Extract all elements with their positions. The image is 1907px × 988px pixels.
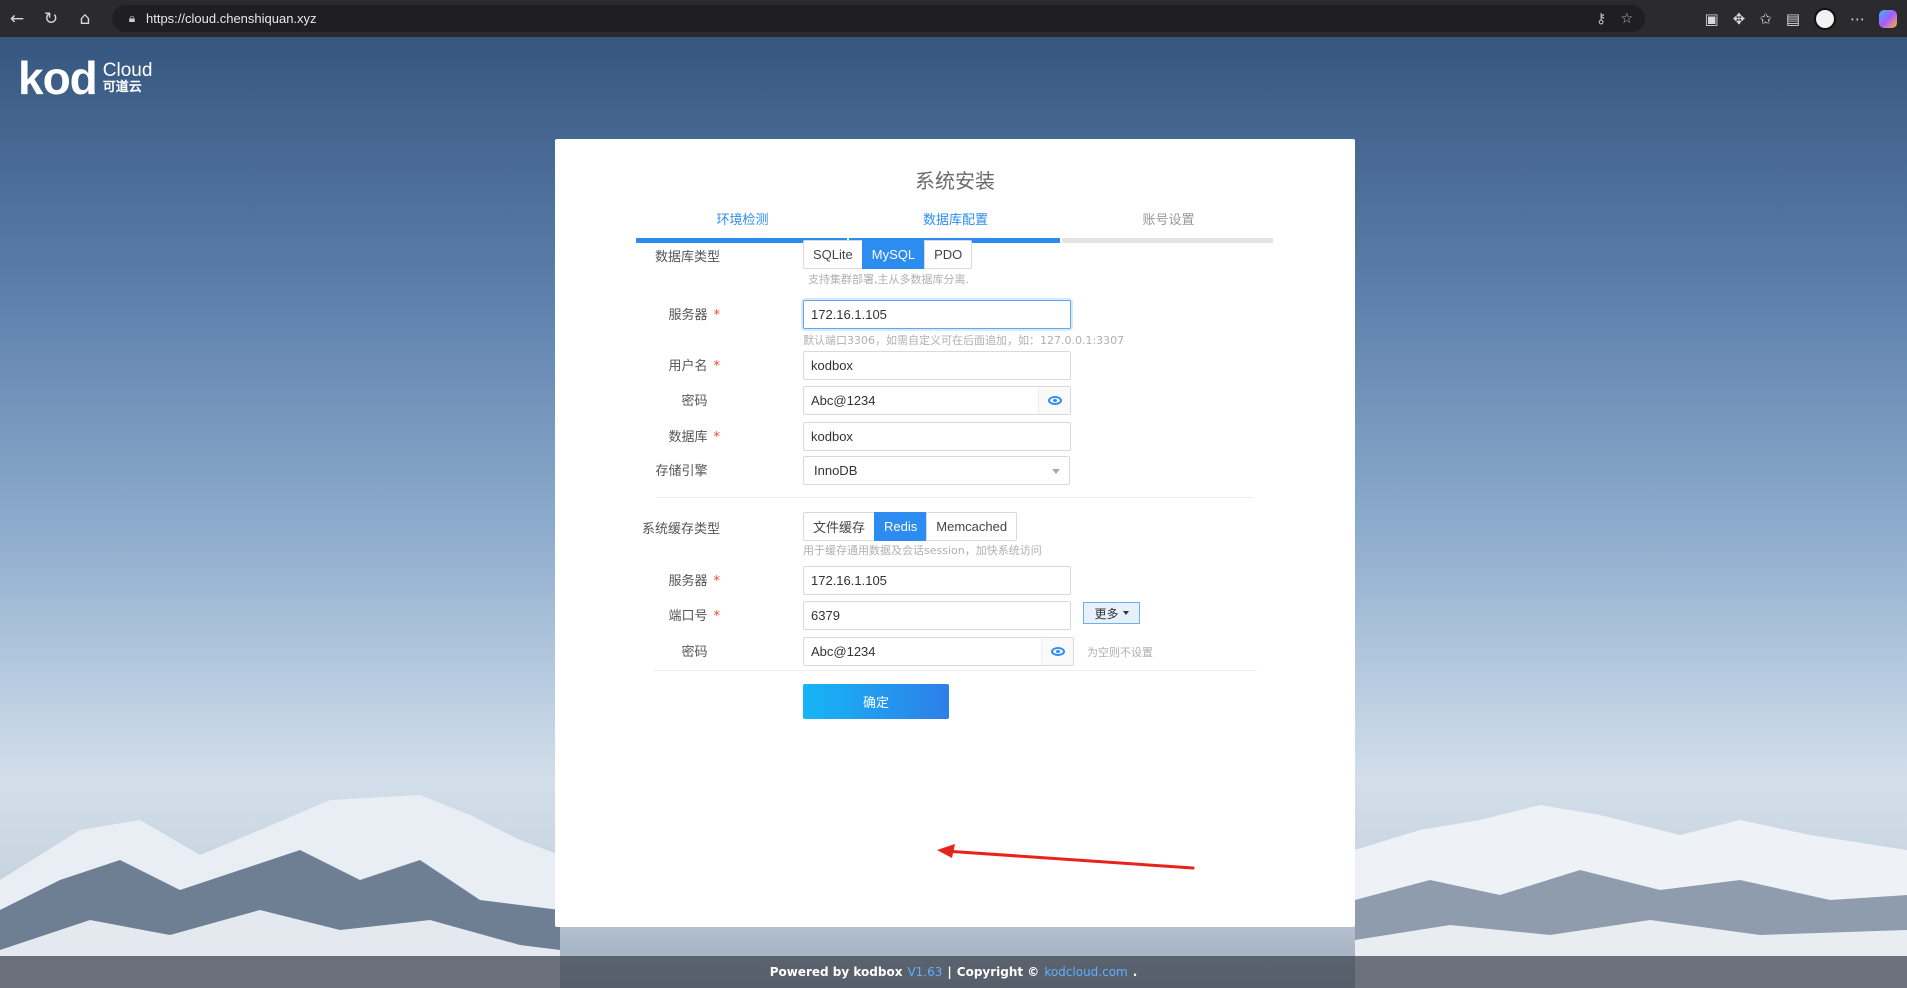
footer-version-link[interactable]: V1.63 (907, 965, 942, 979)
footer-separator: | (947, 965, 952, 979)
db-server-input[interactable]: 172.16.1.105 (803, 300, 1071, 329)
footer-dot: . (1132, 965, 1138, 979)
cache-port-input[interactable]: 6379 (803, 601, 1071, 630)
db-password-value[interactable]: Abc@1234 (811, 393, 876, 408)
required-mark: * (713, 359, 721, 374)
cache-password-field[interactable]: Abc@1234 (803, 637, 1074, 666)
cache-server-label: 服务器 * (668, 574, 721, 589)
db-server-label: 服务器 * (668, 308, 721, 323)
db-type-mysql[interactable]: MySQL (861, 240, 926, 269)
db-type-pdo[interactable]: PDO (924, 240, 973, 269)
db-type-selector: SQLite MySQL PDO (803, 240, 973, 269)
cache-port-label: 端口号 * (668, 609, 721, 624)
cache-type-label: 系统缓存类型 (641, 522, 720, 537)
db-type-sqlite[interactable]: SQLite (803, 240, 863, 269)
cache-type-memcached[interactable]: Memcached (926, 512, 1018, 541)
required-mark: * (713, 430, 721, 445)
collections-icon[interactable]: ▤ (1786, 10, 1800, 28)
required-mark: * (713, 308, 721, 323)
caret-down-icon (1122, 611, 1129, 615)
extension-face-icon[interactable]: ▣ (1704, 10, 1718, 28)
logo-en-text: Cloud (102, 60, 153, 82)
db-server-hint: 默认端口3306，如需自定义可在后面追加，如：127.0.0.1:3307 (803, 334, 1125, 347)
more-menu-icon[interactable]: ⋯ (1850, 10, 1865, 28)
favorites-list-icon[interactable]: ✩ (1759, 10, 1772, 28)
browser-toolbar: ← ↻ ⌂ 🔒︎ https://cloud.chenshiquan.xyz ⚷… (0, 0, 1907, 37)
step-db-config: 数据库配置 (849, 209, 1062, 243)
step-env-check: 环境检测 (636, 209, 849, 243)
extensions-puzzle-icon[interactable]: ✥ (1733, 10, 1746, 28)
footer-copyright: Copyright © (956, 965, 1040, 979)
db-engine-label: 存储引擎* (655, 464, 708, 479)
confirm-button[interactable]: 确定 (803, 684, 949, 719)
cache-type-redis[interactable]: Redis (874, 512, 928, 541)
show-password-toggle[interactable] (1041, 638, 1073, 665)
show-password-toggle[interactable] (1038, 387, 1070, 414)
eye-icon (1050, 647, 1065, 656)
more-options-button[interactable]: 更多 (1083, 602, 1140, 624)
annotation-arrow (937, 844, 1195, 870)
cache-password-value[interactable]: Abc@1234 (811, 644, 876, 659)
cache-type-selector: 文件缓存 Redis Memcached (803, 512, 1018, 541)
db-type-label: 数据库类型 (654, 250, 720, 265)
cache-type-hint: 用于缓存通用数据及会话session，加快系统访问 (803, 544, 1042, 557)
key-icon[interactable]: ⚷ (1596, 11, 1606, 27)
cache-password-label: 密码* (681, 645, 708, 660)
eye-icon (1047, 396, 1062, 405)
install-steps: 环境检测 数据库配置 账号设置 (636, 209, 1275, 243)
section-divider (653, 670, 1257, 671)
db-engine-value: InnoDB (814, 463, 858, 478)
address-url[interactable]: https://cloud.chenshiquan.xyz (146, 11, 317, 26)
page-title: 系统安装 (915, 169, 995, 193)
logo-main-text: kod (18, 52, 98, 104)
footer-powered: Powered by kodbox (769, 965, 903, 979)
chevron-down-icon (1052, 469, 1060, 474)
kodcloud-logo: kod Cloud 可道云 (18, 55, 152, 101)
address-bar[interactable]: 🔒︎ https://cloud.chenshiquan.xyz ⚷ ☆ (112, 5, 1645, 32)
step-account-settings: 账号设置 (1062, 209, 1275, 243)
lock-icon: 🔒︎ (128, 11, 136, 25)
section-divider (656, 497, 1254, 498)
home-icon[interactable]: ⌂ (68, 0, 102, 37)
more-options-label: 更多 (1094, 606, 1119, 621)
db-password-label: 密码* (681, 394, 708, 409)
footer: Powered by kodbox V1.63 | Copyright © ko… (0, 956, 1907, 988)
footer-site-link[interactable]: kodcloud.com (1044, 965, 1127, 979)
cache-password-hint: 为空则不设置 (1087, 646, 1153, 659)
reload-icon[interactable]: ↻ (34, 0, 68, 37)
install-card: 系统安装 环境检测 数据库配置 账号设置 数据库类型 SQLite MySQL … (555, 139, 1355, 927)
db-user-input[interactable]: kodbox (803, 351, 1071, 380)
step-progress-bar (1062, 238, 1273, 243)
required-mark: * (713, 609, 721, 624)
db-name-input[interactable]: kodbox (803, 422, 1071, 451)
db-name-label: 数据库 * (668, 430, 721, 445)
cache-type-file[interactable]: 文件缓存 (803, 512, 876, 541)
profile-avatar[interactable] (1814, 7, 1836, 30)
db-engine-select[interactable]: InnoDB (803, 456, 1070, 485)
favorite-star-icon[interactable]: ☆ (1620, 11, 1633, 27)
db-user-label: 用户名 * (668, 359, 721, 374)
db-type-hint: 支持集群部署,主从多数据库分离. (808, 273, 969, 286)
cache-server-input[interactable]: 172.16.1.105 (803, 566, 1071, 595)
copilot-icon[interactable] (1879, 9, 1897, 28)
back-arrow-icon[interactable]: ← (0, 0, 34, 37)
db-password-field[interactable]: Abc@1234 (803, 386, 1071, 415)
required-mark: * (713, 574, 721, 589)
logo-cn-text: 可道云 (102, 80, 142, 96)
